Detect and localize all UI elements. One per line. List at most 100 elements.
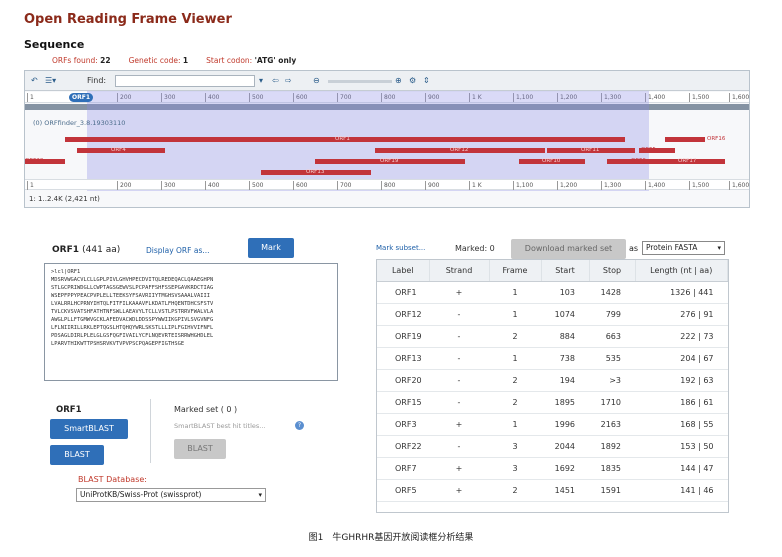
pan-left-icon[interactable]: ⇦ (272, 74, 279, 87)
table-cell: 738 (541, 347, 589, 370)
genetic-code-label: Genetic code: (128, 56, 181, 65)
blast-orf-label: ORF1 (56, 405, 82, 415)
table-cell: 222 | 73 (635, 325, 728, 348)
table-cell: 1428 (589, 281, 635, 304)
blast-panel: ORF1 SmartBLAST BLAST Marked set ( 0 ) S… (44, 395, 338, 513)
table-cell: - (429, 325, 489, 348)
smartblast-titles-link[interactable]: SmartBLAST best hit titles... (174, 422, 265, 430)
coordinate-range: 1: 1..2.4K (2,421 nt) (29, 195, 100, 203)
ruler-tick: 700 (337, 181, 351, 190)
zoom-out-icon[interactable]: ⊖ (313, 74, 320, 87)
orf-label: ORF12 (450, 147, 469, 153)
table-cell: - (429, 435, 489, 458)
find-input[interactable] (115, 75, 255, 87)
ruler-tick: 800 (381, 181, 395, 190)
blast-marked-button[interactable]: BLAST (174, 439, 226, 459)
table-row[interactable]: ORF20-2 194 >3 192 | 63 (377, 369, 728, 392)
table-cell: 884 (541, 325, 589, 348)
blast-button[interactable]: BLAST (50, 445, 104, 465)
column-header[interactable]: Strand (429, 260, 490, 282)
orf-sequence-textarea[interactable]: >lcl|ORF1 MDSRVWGACVLCLLGPLPIVLGHVHPECDV… (44, 263, 338, 381)
viewer-toolbar: ↶ ☰▾ Find: ▾ ⇦ ⇨ ⊖ ⊕ ⚙ ⇕ (25, 71, 749, 91)
table-cell: 2 (489, 391, 541, 414)
column-header[interactable]: Length (nt | aa) (635, 260, 728, 282)
orf-bar[interactable] (665, 137, 705, 142)
table-row[interactable]: ORF13-1 738 535 204 | 67 (377, 347, 728, 370)
table-row[interactable]: ORF15-2 1895 1710 186 | 61 (377, 391, 728, 414)
table-cell: ORF13 (377, 347, 429, 370)
table-cell: 3 (489, 457, 541, 480)
table-cell: 276 | 91 (635, 303, 728, 326)
settings-icon[interactable]: ⚙ (409, 74, 416, 87)
start-codon-value: 'ATG' only (254, 56, 297, 65)
table-row[interactable]: ORF22-3 2044 1892 153 | 50 (377, 435, 728, 458)
find-dropdown-icon[interactable]: ▾ (259, 74, 263, 87)
table-cell: 204 | 67 (635, 347, 728, 370)
table-cell: 192 | 63 (635, 369, 728, 392)
zoom-in-icon[interactable]: ⊕ (395, 74, 402, 87)
table-cell: 1074 (541, 303, 589, 326)
orf-name: ORF1 (52, 245, 79, 255)
graphical-sequence-viewer[interactable]: ↶ ☰▾ Find: ▾ ⇦ ⇨ ⊖ ⊕ ⚙ ⇕ 1 200 300 400 500 60… (24, 70, 750, 208)
orf-track[interactable]: ORF1 ORF16 ORF4 ORF12 ORF11 ORF5 ORF20 ORF19 ORF… (25, 129, 749, 179)
figure-caption: 图1 牛GHRHR基因开放阅读框分析结果 (308, 533, 474, 543)
table-cell: 2 (489, 325, 541, 348)
table-row[interactable]: ORF3 +1 1996 2163 168 | 55 (377, 413, 728, 436)
table-cell: - (429, 391, 489, 414)
find-label: Find: (87, 76, 107, 85)
table-row[interactable]: ORF19-2 884 663 222 | 73 (377, 325, 728, 348)
as-label: as (629, 244, 639, 253)
table-cell: 1692 (541, 457, 589, 480)
smartblast-button[interactable]: SmartBLAST (50, 419, 128, 439)
table-cell: 3 (489, 435, 541, 458)
table-cell: - (429, 347, 489, 370)
orf-label: ORF16 (707, 136, 726, 142)
ruler-tick: 1,500 (689, 181, 709, 190)
column-header[interactable]: Start (541, 260, 590, 282)
column-header[interactable]: Frame (489, 260, 542, 282)
orf-label: ORF11 (581, 147, 600, 153)
table-cell: 141 | 46 (635, 479, 728, 502)
table-cell: 1892 (589, 435, 635, 458)
tracks-icon[interactable]: ☰▾ (45, 74, 56, 87)
ruler-tick: 900 (425, 181, 439, 190)
column-header[interactable]: Label (377, 260, 430, 282)
table-cell: ORF1 (377, 281, 429, 304)
orf-marker-badge[interactable]: ORF1 (69, 93, 93, 102)
orf-label: ORF19 (380, 158, 399, 164)
table-cell: 2163 (589, 413, 635, 436)
ruler-tick: 1,100 (513, 181, 533, 190)
table-cell: 1835 (589, 457, 635, 480)
ruler-tick: 1,300 (601, 181, 621, 190)
table-row[interactable]: ORF1 +1 103 1428 1326 | 441 (377, 281, 728, 304)
column-header[interactable]: Stop (589, 260, 636, 282)
table-row[interactable]: ORF12-1 1074 799 276 | 91 (377, 303, 728, 326)
zoom-slider[interactable] (328, 80, 392, 83)
chevron-down-icon: ▾ (258, 491, 262, 499)
orf-table[interactable]: Label Strand Frame Start Stop Length (nt… (376, 259, 729, 513)
download-marked-set-button[interactable]: Download marked set (511, 239, 626, 259)
format-select[interactable]: Protein FASTA ▾ (642, 241, 725, 255)
undo-icon[interactable]: ↶ (31, 74, 38, 87)
orf-length: (441 aa) (82, 245, 121, 255)
display-orf-link[interactable]: Display ORF as... (146, 246, 210, 255)
table-row[interactable]: ORF7 +3 1692 1835 144 | 47 (377, 457, 728, 480)
mark-subset-link[interactable]: Mark subset... (376, 244, 425, 252)
genetic-code-value: 1 (182, 56, 189, 65)
table-cell: 799 (589, 303, 635, 326)
table-cell: ORF20 (377, 369, 429, 392)
blast-database-select[interactable]: UniProtKB/Swiss-Prot (swissprot) ▾ (76, 488, 266, 502)
table-cell: + (429, 457, 489, 480)
table-cell: 663 (589, 325, 635, 348)
table-cell: 1 (489, 303, 541, 326)
ruler-tick: 500 (249, 181, 263, 190)
marked-count: Marked: 0 (455, 244, 495, 253)
pan-right-icon[interactable]: ⇨ (285, 74, 292, 87)
mark-button[interactable]: Mark (248, 238, 294, 258)
orf-label: ORF20 (25, 158, 44, 164)
info-icon[interactable]: ? (295, 421, 304, 430)
ruler-tick: 300 (161, 181, 175, 190)
table-row[interactable]: ORF5 +2 1451 1591 141 | 46 (377, 479, 728, 502)
ruler-tick: 1 (27, 93, 34, 102)
vertical-arrows-icon[interactable]: ⇕ (423, 74, 430, 87)
